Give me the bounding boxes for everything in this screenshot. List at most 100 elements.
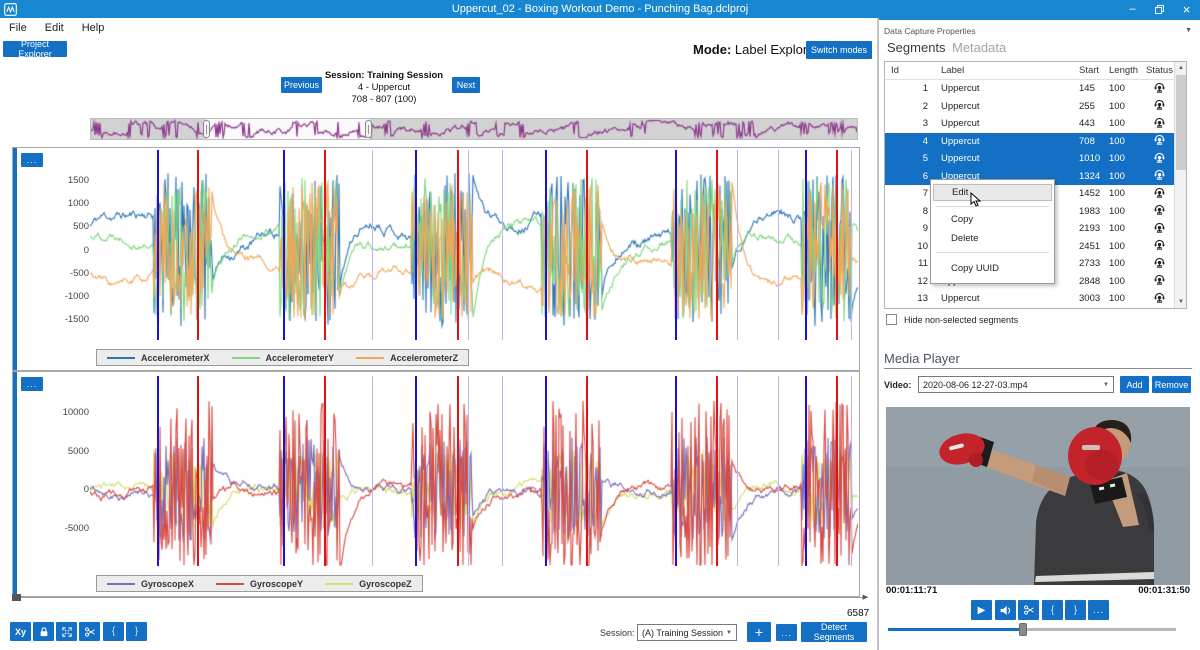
context-menu-edit[interactable]: Edit	[933, 184, 1052, 201]
session-name: Session: Training Session	[304, 70, 464, 82]
col-label[interactable]: Label	[933, 65, 1079, 76]
segment-end-line[interactable]	[324, 150, 326, 340]
segment-end-line[interactable]	[197, 150, 199, 340]
video-frame[interactable]	[886, 407, 1190, 585]
table-row[interactable]: 1Uppercut 145100	[885, 80, 1186, 98]
legend-label: AccelerometerZ	[390, 353, 458, 363]
menu-edit[interactable]: Edit	[36, 22, 73, 34]
segment-start-line[interactable]	[545, 150, 547, 340]
segment-start-line[interactable]	[415, 376, 417, 566]
remove-video-button[interactable]: Remove	[1152, 376, 1191, 393]
segment-start-line[interactable]	[283, 150, 285, 340]
gyro-chart-menu-button[interactable]: ...	[21, 377, 43, 391]
segment-end-line[interactable]	[457, 376, 459, 566]
overview-left-handle[interactable]	[203, 120, 210, 138]
minimize-button[interactable]: –	[1119, 0, 1146, 18]
slider-thumb[interactable]	[1019, 623, 1027, 636]
panel-active-strip	[13, 148, 17, 370]
media-open-bracket-button[interactable]: {	[1042, 600, 1063, 620]
segment-start-line[interactable]	[675, 376, 677, 566]
segment-start-line[interactable]	[805, 150, 807, 340]
table-row[interactable]: 3Uppercut 443100	[885, 115, 1186, 133]
segment-start-line[interactable]	[415, 150, 417, 340]
segment-end-line[interactable]	[836, 376, 838, 566]
play-icon: ▶	[978, 605, 986, 616]
segment-end-line[interactable]	[457, 150, 459, 340]
accel-chart-menu-button[interactable]: ...	[21, 153, 43, 167]
scroll-right-icon[interactable]: ▶	[863, 593, 868, 601]
table-row[interactable]: 5Uppercut 1010100	[885, 150, 1186, 168]
table-scrollbar[interactable]: ▲ ▼	[1174, 62, 1186, 308]
table-row[interactable]: 2Uppercut 255100	[885, 98, 1186, 116]
col-id[interactable]: Id	[885, 65, 933, 76]
menu-help[interactable]: Help	[73, 22, 114, 34]
next-segment-button[interactable]: Next	[452, 77, 480, 93]
manual-label-status-icon	[1153, 98, 1166, 111]
add-video-button[interactable]: Add	[1120, 376, 1149, 393]
lock-button[interactable]	[33, 622, 54, 641]
overview-right-handle[interactable]	[365, 120, 372, 138]
chart-horizontal-scrollbar[interactable]: ▶	[12, 594, 868, 601]
play-button[interactable]: ▶	[971, 600, 992, 620]
scroll-down-icon[interactable]: ▼	[1175, 296, 1187, 308]
mode-indicator: Mode: Label Explorer	[693, 42, 819, 57]
col-length[interactable]: Length	[1109, 65, 1145, 76]
chevron-down-icon: ▼	[1103, 382, 1109, 388]
context-menu-delete[interactable]: Delete	[933, 230, 1052, 247]
switch-modes-button[interactable]: Switch modes	[806, 41, 872, 59]
segment-end-line[interactable]	[197, 376, 199, 566]
segment-start-line[interactable]	[545, 376, 547, 566]
menu-file[interactable]: File	[0, 22, 36, 34]
manual-label-status-icon	[1153, 291, 1166, 304]
zoom-fit-button[interactable]	[56, 622, 77, 641]
accel-legend: AccelerometerXAccelerometerYAcceleromete…	[96, 349, 469, 366]
scroll-up-icon[interactable]: ▲	[1175, 62, 1187, 74]
segment-start-line[interactable]	[283, 376, 285, 566]
detect-segments-button[interactable]: Detect Segments	[801, 622, 867, 642]
table-row[interactable]: 13Uppercut 3003100	[885, 290, 1186, 308]
col-start[interactable]: Start	[1079, 65, 1109, 76]
tab-segments[interactable]: Segments	[887, 40, 946, 55]
add-segment-button[interactable]: +	[747, 622, 771, 642]
segment-end-line[interactable]	[324, 376, 326, 566]
close-button[interactable]: ×	[1173, 0, 1200, 18]
hide-nonselected-checkbox[interactable]	[886, 314, 897, 325]
table-scroll-thumb[interactable]	[1176, 75, 1186, 170]
volume-button[interactable]	[995, 600, 1016, 620]
segment-start-line[interactable]	[675, 150, 677, 340]
segment-faint-line	[468, 376, 469, 566]
signal-overview-strip[interactable]	[90, 118, 858, 140]
axes-toggle-button[interactable]: Xy	[10, 622, 31, 641]
segment-end-line[interactable]	[836, 150, 838, 340]
segment-end-line[interactable]	[716, 376, 718, 566]
video-select[interactable]: 2020-08-06 12-27-03.mp4 ▼	[918, 376, 1114, 393]
tab-metadata[interactable]: Metadata	[952, 40, 1006, 55]
project-explorer-button[interactable]: Project Explorer	[3, 41, 67, 57]
open-bracket-button[interactable]: {	[103, 622, 124, 641]
restore-button[interactable]	[1146, 0, 1173, 18]
cut-button[interactable]	[79, 622, 100, 641]
media-cut-button[interactable]	[1018, 600, 1039, 620]
media-close-bracket-button[interactable]: }	[1065, 600, 1086, 620]
panel-collapse-icon[interactable]: ▼	[1185, 27, 1192, 34]
scrollbar-thumb[interactable]	[12, 594, 21, 601]
speaker-icon	[999, 604, 1012, 617]
segment-start-line[interactable]	[157, 376, 159, 566]
segment-start-line[interactable]	[157, 150, 159, 340]
context-menu-copy[interactable]: Copy	[933, 211, 1052, 228]
legend-label: AccelerometerX	[141, 353, 210, 363]
col-status[interactable]: Status	[1145, 65, 1174, 76]
context-menu-copy-uuid[interactable]: Copy UUID	[933, 260, 1052, 277]
media-player-title: Media Player	[884, 351, 960, 366]
session-select[interactable]: (A) Training Session ▼	[637, 624, 737, 641]
segment-start-line[interactable]	[805, 376, 807, 566]
table-row[interactable]: 4Uppercut 708100	[885, 133, 1186, 151]
segment-end-line[interactable]	[716, 150, 718, 340]
segment-options-button[interactable]: ...	[776, 624, 797, 641]
media-options-button[interactable]: ...	[1088, 600, 1109, 620]
media-seek-slider[interactable]	[888, 628, 1176, 631]
segment-end-line[interactable]	[586, 150, 588, 340]
close-bracket-button[interactable]: }	[126, 622, 147, 641]
segment-end-line[interactable]	[586, 376, 588, 566]
y-axis-tick: 0	[19, 245, 89, 256]
